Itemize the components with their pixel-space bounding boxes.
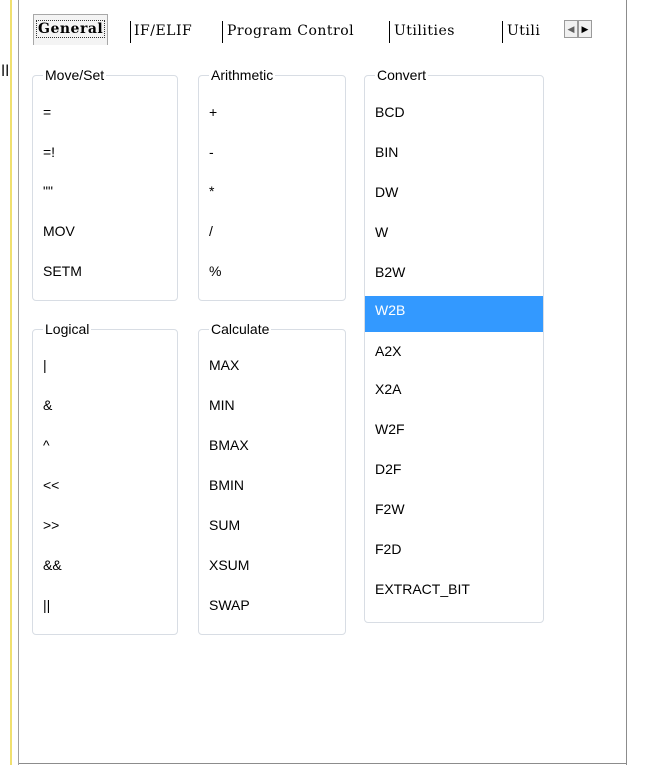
tab-separator — [222, 21, 223, 43]
tab-strip: General IF/ELIF Program Control Utilitie… — [33, 14, 613, 46]
list-item[interactable]: % — [199, 255, 345, 287]
list-item[interactable]: BCD — [365, 96, 543, 128]
tab-separator — [389, 21, 390, 43]
list-item[interactable]: MIN — [199, 389, 345, 421]
list-item[interactable]: W — [365, 216, 543, 248]
left-edge: ll — [0, 0, 10, 765]
arrow-left-icon: ◀ — [567, 24, 575, 34]
group-logical-title: Logical — [43, 320, 92, 338]
list-item[interactable]: - — [199, 136, 345, 168]
group-arithmetic-title: Arithmetic — [209, 66, 276, 84]
tab-if-elif-label: IF/ELIF — [134, 23, 193, 39]
group-calculate: Calculate MAX MIN BMAX BMIN SUM XSUM SWA… — [198, 320, 346, 635]
group-arithmetic: Arithmetic + - * / % — [198, 66, 346, 301]
tab-program-control-label: Program Control — [227, 23, 355, 39]
tab-scroll-right-button[interactable]: ▶ — [578, 20, 592, 38]
side-glyph: ll — [1, 62, 10, 80]
list-item[interactable]: =! — [33, 136, 177, 168]
tab-general[interactable]: General — [33, 14, 109, 45]
tab-separator — [130, 21, 131, 43]
list-item[interactable]: D2F — [365, 453, 543, 485]
list-item[interactable]: & — [33, 389, 177, 421]
list-item[interactable]: << — [33, 469, 177, 501]
command-panel: General IF/ELIF Program Control Utilitie… — [18, 0, 627, 765]
list-item[interactable]: BIN — [365, 136, 543, 168]
left-divider — [10, 0, 12, 765]
list-item[interactable]: && — [33, 549, 177, 581]
list-item[interactable]: SETM — [33, 255, 177, 287]
group-calculate-title: Calculate — [209, 320, 272, 338]
arrow-right-icon: ▶ — [581, 24, 589, 34]
tab-general-label: General — [35, 20, 106, 38]
tab-scroll-left-button[interactable]: ◀ — [564, 20, 578, 38]
list-item[interactable]: = — [33, 96, 177, 128]
tab-utilities[interactable]: Utilities — [394, 18, 455, 44]
group-convert: Convert BCD BIN DW W B2W W2B A2X X2A W2F… — [364, 66, 544, 623]
list-item[interactable]: A2X — [365, 335, 543, 367]
list-item[interactable]: | — [33, 349, 177, 381]
list-item[interactable]: BMAX — [199, 429, 345, 461]
tab-separator — [502, 21, 503, 43]
list-item[interactable]: EXTRACT_BIT — [365, 573, 543, 605]
group-move-set-title: Move/Set — [43, 66, 107, 84]
tab-utilities-2[interactable]: Utili — [507, 18, 562, 44]
list-item[interactable]: W2F — [365, 413, 543, 445]
list-item-selected[interactable]: W2B — [365, 296, 543, 332]
list-item[interactable]: || — [33, 589, 177, 621]
list-item[interactable]: XSUM — [199, 549, 345, 581]
list-item[interactable]: B2W — [365, 256, 543, 288]
list-item[interactable]: SWAP — [199, 589, 345, 621]
list-item[interactable]: BMIN — [199, 469, 345, 501]
list-item[interactable]: X2A — [365, 373, 543, 405]
list-item[interactable]: + — [199, 96, 345, 128]
group-convert-title: Convert — [375, 66, 429, 84]
list-item[interactable]: "" — [33, 175, 177, 207]
panel-bottom-border — [19, 763, 626, 764]
list-item[interactable]: / — [199, 215, 345, 247]
list-item[interactable]: SUM — [199, 509, 345, 541]
list-item[interactable]: MAX — [199, 349, 345, 381]
list-item[interactable]: F2W — [365, 493, 543, 525]
list-item[interactable]: >> — [33, 509, 177, 541]
list-item[interactable]: ^ — [33, 429, 177, 461]
group-logical: Logical | & ^ << >> && || — [32, 320, 178, 635]
list-item[interactable]: DW — [365, 176, 543, 208]
list-item[interactable]: * — [199, 175, 345, 207]
tab-utilities-2-label: Utili — [507, 23, 541, 39]
list-item[interactable]: F2D — [365, 533, 543, 565]
list-item[interactable]: MOV — [33, 215, 177, 247]
tab-program-control[interactable]: Program Control — [227, 18, 354, 44]
tab-utilities-label: Utilities — [394, 23, 455, 39]
tab-if-elif[interactable]: IF/ELIF — [134, 18, 192, 44]
group-move-set: Move/Set = =! "" MOV SETM — [32, 66, 178, 301]
